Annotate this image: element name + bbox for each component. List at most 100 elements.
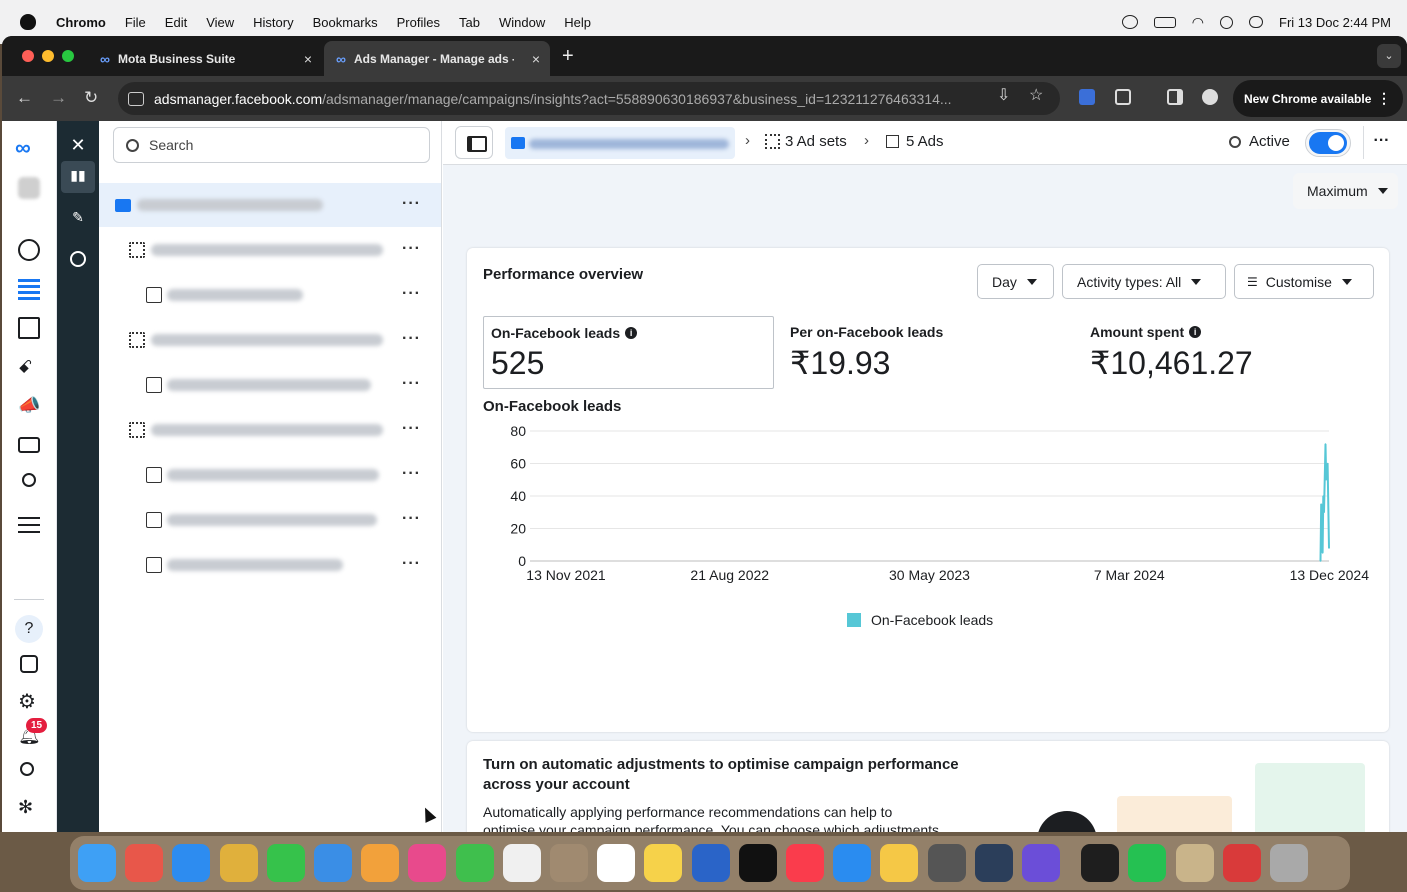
preview-icon[interactable] xyxy=(974,844,1013,882)
vpn-app-icon[interactable] xyxy=(1022,844,1060,882)
minimize-window-button[interactable] xyxy=(42,50,54,62)
whatsapp-icon[interactable] xyxy=(1128,844,1167,882)
facetime-icon[interactable] xyxy=(455,844,494,882)
system-settings-icon[interactable] xyxy=(927,844,966,882)
tree-row-ad[interactable]: ··· xyxy=(99,498,441,542)
tree-row-adset[interactable]: ··· xyxy=(99,318,441,362)
close-tab-icon[interactable]: × xyxy=(304,51,312,67)
apple-tv-icon[interactable] xyxy=(738,844,777,882)
edit-pencil-icon[interactable]: ✎ xyxy=(68,209,88,229)
spotlight-icon[interactable] xyxy=(1220,15,1233,29)
wifi-icon[interactable]: ◠ xyxy=(1192,14,1204,31)
side-panel-icon[interactable] xyxy=(1167,89,1183,105)
maximize-window-button[interactable] xyxy=(62,50,74,62)
tab-search-chevron-icon[interactable]: ⌄ xyxy=(1377,44,1401,68)
charts-bar-icon[interactable]: ▮▮ xyxy=(68,167,88,187)
python-icon[interactable] xyxy=(880,844,919,882)
reports-icon[interactable] xyxy=(18,317,40,339)
meta-logo-icon[interactable]: ∞ xyxy=(15,135,43,160)
profile-icon[interactable] xyxy=(1202,89,1218,105)
more-options-icon[interactable]: ··· xyxy=(402,555,421,573)
business-tools-icon[interactable] xyxy=(22,473,36,487)
menu-window[interactable]: Window xyxy=(499,15,545,30)
search-input[interactable]: Search xyxy=(113,127,430,163)
toggle-sidebar-button[interactable] xyxy=(455,126,493,159)
tree-row-ad[interactable]: ··· xyxy=(99,273,441,317)
menu-history[interactable]: History xyxy=(253,15,293,30)
mail-icon[interactable] xyxy=(314,844,352,882)
tree-row-adset[interactable]: ··· xyxy=(99,408,441,452)
apple-icon[interactable] xyxy=(20,14,36,30)
info-icon[interactable]: i xyxy=(625,327,638,339)
menu-view[interactable]: View xyxy=(206,15,234,30)
notes-icon[interactable] xyxy=(644,844,683,882)
more-options-icon[interactable]: ··· xyxy=(1363,126,1399,159)
photos-icon[interactable] xyxy=(408,844,447,882)
dashboard-gauge-icon[interactable] xyxy=(18,239,40,261)
active-toggle[interactable] xyxy=(1309,132,1347,154)
breadcrumb-ad-sets[interactable]: 3 Ad sets xyxy=(765,133,847,150)
tree-row-ad[interactable]: ··· xyxy=(99,543,441,587)
chart-legend[interactable]: On-Facebook leads xyxy=(847,612,993,628)
tab-ads-manager[interactable]: ∞ Ads Manager - Manage ads - × xyxy=(324,41,550,76)
back-arrow-icon[interactable]: ← xyxy=(16,88,33,108)
tree-row-ad[interactable]: ··· xyxy=(99,453,441,497)
tab-meta-business-suite[interactable]: ∞ Mota Business Suite × xyxy=(88,41,322,76)
forward-arrow-icon[interactable]: → xyxy=(50,88,67,108)
billing-card-icon[interactable] xyxy=(18,437,40,453)
customise-dropdown[interactable]: ☰ Customise xyxy=(1234,264,1374,299)
menu-edit[interactable]: Edit xyxy=(165,15,187,30)
audiences-icon[interactable]: ꗃ xyxy=(18,357,40,379)
more-options-icon[interactable]: ··· xyxy=(402,420,421,438)
tree-row-adset[interactable]: ··· xyxy=(99,228,441,272)
more-options-icon[interactable]: ··· xyxy=(402,465,421,483)
tree-row-campaign[interactable]: ··· xyxy=(99,183,441,227)
reload-icon[interactable]: ↻ xyxy=(84,88,98,108)
close-window-button[interactable] xyxy=(22,50,34,62)
menu-tab[interactable]: Tab xyxy=(459,15,480,30)
menu-bookmarks[interactable]: Bookmarks xyxy=(313,15,378,30)
account-avatar[interactable] xyxy=(18,177,40,199)
menu-help[interactable]: Help xyxy=(564,15,591,30)
new-tab-button[interactable]: + xyxy=(562,45,574,68)
maps-icon[interactable] xyxy=(361,844,400,882)
activity-types-dropdown[interactable]: Activity types: All xyxy=(1062,264,1226,299)
extensions-puzzle-icon[interactable] xyxy=(1115,89,1131,105)
bug-report-icon[interactable]: ✻ xyxy=(18,797,40,819)
new-chrome-available-button[interactable]: New Chrome available ⋮ xyxy=(1233,80,1403,117)
archive-icon[interactable] xyxy=(1175,844,1214,882)
bookmark-star-icon[interactable]: ☆ xyxy=(1029,85,1043,105)
breadcrumb-ads[interactable]: 5 Ads xyxy=(886,133,944,150)
extension-icon[interactable] xyxy=(1079,89,1095,105)
metric-leads[interactable]: On-Facebook leads i 525 xyxy=(483,316,774,389)
news-icon[interactable] xyxy=(20,655,38,673)
control-center-icon[interactable] xyxy=(1249,16,1263,28)
more-options-icon[interactable]: ··· xyxy=(402,240,421,258)
menu-profiles[interactable]: Profiles xyxy=(397,15,440,30)
metric-cost-per-lead[interactable]: Per on-Facebook leads ₹19.93 xyxy=(783,316,1063,389)
install-app-icon[interactable]: ⇩ xyxy=(997,85,1010,105)
date-range-dropdown[interactable]: Maximum xyxy=(1293,173,1398,209)
calendar-icon[interactable] xyxy=(502,844,541,882)
clock[interactable]: Fri 13 Doc 2:44 PM xyxy=(1279,15,1391,30)
vpn-icon[interactable] xyxy=(1121,15,1138,29)
info-icon[interactable]: i xyxy=(1189,326,1202,338)
tree-row-ad[interactable]: ··· xyxy=(99,363,441,407)
menu-file[interactable]: File xyxy=(125,15,146,30)
granularity-dropdown[interactable]: Day xyxy=(977,264,1054,299)
metric-amount-spent[interactable]: Amount spent i ₹10,461.27 xyxy=(1083,316,1373,389)
launchpad-icon[interactable] xyxy=(125,844,164,882)
reminders-icon[interactable] xyxy=(597,844,636,882)
music-icon[interactable] xyxy=(786,844,824,882)
app-store-icon[interactable] xyxy=(833,844,872,882)
close-tab-icon[interactable]: × xyxy=(532,51,540,67)
chrome-menu-icon[interactable]: ⋮ xyxy=(1377,90,1391,107)
more-options-icon[interactable]: ··· xyxy=(402,375,421,393)
safari-icon[interactable] xyxy=(172,844,211,882)
finder-icon[interactable] xyxy=(78,844,116,882)
battery-icon[interactable] xyxy=(1153,16,1176,28)
freeform-icon[interactable] xyxy=(691,844,730,882)
pdf-icon[interactable] xyxy=(1222,844,1261,882)
search-icon[interactable] xyxy=(20,762,34,776)
breadcrumb-campaign[interactable] xyxy=(505,127,735,159)
